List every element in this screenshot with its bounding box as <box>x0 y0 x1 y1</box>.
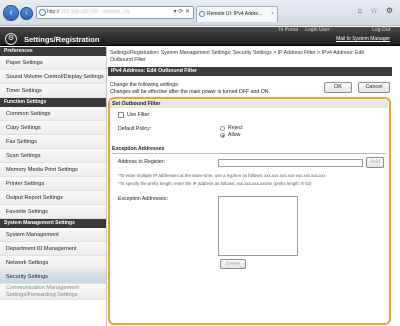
add-button[interactable]: Add <box>366 157 384 168</box>
sidebar-item-copy-settings[interactable]: Copy Settings <box>0 121 106 135</box>
exception-addresses-heading: Exception Addresses <box>112 146 386 154</box>
address-to-register-label: Address to Register: <box>118 159 165 165</box>
default-policy-label: Default Policy: <box>118 126 152 132</box>
change-note-line-2: Changes will be effective after the main… <box>110 88 270 95</box>
forward-icon[interactable]: › <box>20 7 33 20</box>
use-filter-label: Use Filter <box>127 112 150 118</box>
address-bar[interactable]: http:// 192.168.100.100 · network_cfg ▾ … <box>36 6 194 19</box>
tab-title: Remote UI: IPv4 Addre... <box>207 11 263 17</box>
address-masked: 192.168.100.100 · network_cfg <box>60 9 130 15</box>
policy-allow-label: Allow <box>228 132 241 138</box>
sidebar-item-output-report[interactable]: Output Report Settings <box>0 191 106 205</box>
browser-window-icons[interactable]: ⌂ ☆ ⚙ <box>357 6 396 15</box>
sidebar-item-timer-settings[interactable]: Timer Settings <box>0 84 106 98</box>
sidebar-heading: Function Settings <box>0 98 106 107</box>
logout-link[interactable]: Log Out <box>372 27 390 33</box>
page-title: IPv4 Address: Edit Outbound Filter <box>108 67 392 76</box>
sidebar-item-scan-settings[interactable]: Scan Settings <box>0 149 106 163</box>
main-content: Settings/Registration: System Management… <box>108 47 400 326</box>
sidebar-item-memory-media[interactable]: Memory Media Print Settings <box>0 163 106 177</box>
ok-button[interactable]: OK <box>324 82 352 93</box>
to-portal-link[interactable]: To Portal <box>278 27 298 33</box>
sidebar-item-paper-settings[interactable]: Paper Settings <box>0 56 106 70</box>
change-note: Change the following settings: Changes w… <box>110 82 270 95</box>
hint-prefix-length: *To specify the prefix length, enter the… <box>118 181 312 186</box>
policy-allow-radio[interactable] <box>220 133 225 138</box>
settings-logo-icon: ⚙ <box>5 33 17 45</box>
sidebar-item-favorite-settings[interactable]: Favorite Settings <box>0 205 106 219</box>
policy-reject-label: Reject <box>228 125 243 131</box>
delete-button[interactable]: Delete <box>220 259 246 269</box>
sidebar-item-system-management[interactable]: System Management <box>0 228 106 242</box>
sidebar-heading: System Management Settings <box>0 219 106 228</box>
exception-list-label: Exception Addresses: <box>118 196 168 202</box>
sidebar-item-fax-settings[interactable]: Fax Settings <box>0 135 106 149</box>
policy-reject-radio[interactable] <box>220 126 225 131</box>
back-icon[interactable]: ‹ <box>3 5 19 21</box>
sidebar-item-communication-management[interactable]: Communication Management Settings/Forwar… <box>0 284 106 300</box>
hint-multiple-addresses: *To enter multiple IP addresses at the s… <box>118 173 326 178</box>
tab-logo-icon <box>199 11 205 17</box>
browser-logo-icon <box>39 9 46 16</box>
sidebar-heading: Preferences <box>0 47 106 56</box>
address-to-register-input[interactable] <box>218 159 363 167</box>
browser-tab[interactable]: Remote UI: IPv4 Addre... × <box>196 6 278 22</box>
use-filter-checkbox[interactable] <box>118 112 124 118</box>
cancel-button[interactable]: Cancel <box>358 82 390 93</box>
address-controls[interactable]: ▾ ⟳ ✕ <box>174 7 190 18</box>
mail-to-system-manager-link[interactable]: Mail to System Manager <box>336 36 390 42</box>
sidebar-item-security-settings[interactable]: Security Settings <box>0 270 106 284</box>
sidebar-item-common-settings[interactable]: Common Settings <box>0 107 106 121</box>
login-user-label: Login User: <box>305 27 331 33</box>
section-title: Set Outbound Filter <box>110 100 388 108</box>
sidebar-item-network-settings[interactable]: Network Settings <box>0 256 106 270</box>
browser-toolbar: ‹ › http:// 192.168.100.100 · network_cf… <box>0 0 400 26</box>
app-title: Settings/Registration <box>24 35 100 44</box>
breadcrumb: Settings/Registration: System Management… <box>110 50 364 63</box>
exception-address-list[interactable] <box>218 196 298 256</box>
sidebar-item-department-id[interactable]: Department ID Management <box>0 242 106 256</box>
address-text: http:// <box>47 9 60 15</box>
tab-close-icon[interactable]: × <box>271 7 274 22</box>
sidebar-item-sound-volume[interactable]: Sound Volume Control/Display Settings <box>0 70 106 84</box>
sidebar-item-printer-settings[interactable]: Printer Settings <box>0 177 106 191</box>
top-links: To Portal Login User: Log Out <box>272 27 390 33</box>
sidebar: Preferences Paper Settings Sound Volume … <box>0 47 107 326</box>
